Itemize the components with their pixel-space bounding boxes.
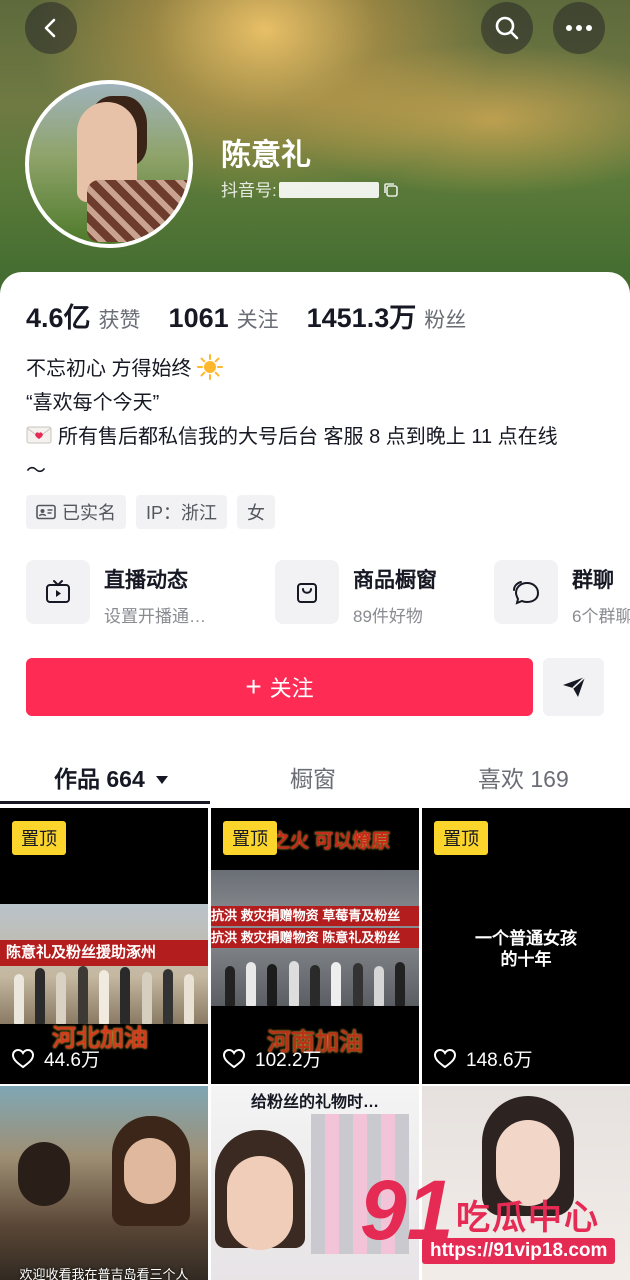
live-entry[interactable]: 直播动态 设置开播通… <box>26 560 206 627</box>
heart-icon <box>434 1048 456 1068</box>
douyin-id: 抖音号: <box>221 176 399 203</box>
profile-name: 陈意礼 <box>221 139 311 172</box>
video-title-line: 一个普通女孩 <box>475 929 577 948</box>
tab-window-label: 橱窗 <box>290 766 336 792</box>
caret-down-icon <box>156 776 169 784</box>
content-tabs: 作品 664 橱窗 喜欢 169 <box>0 752 630 804</box>
search-button[interactable] <box>481 2 533 54</box>
stat-followers-count: 1451.3万 <box>306 303 417 333</box>
bio-line-text: 不忘初心 方得始终 <box>26 358 192 380</box>
video-thumbnail[interactable]: 欢迎收看我在普吉岛看三个人 <box>0 1086 208 1280</box>
video-likes-count: 44.6万 <box>44 1050 100 1071</box>
gender-tag-label: 女 <box>247 503 266 523</box>
pinned-badge: 置顶 <box>12 821 66 855</box>
follow-button-label: 关注 <box>269 676 314 701</box>
stat-following[interactable]: 1061 关注 <box>169 303 279 334</box>
bio-line: “喜欢每个今天” <box>26 386 616 420</box>
ip-tag-label: IP：浙江 <box>146 503 218 523</box>
stat-followers-label: 粉丝 <box>424 309 467 332</box>
stat-following-count: 1061 <box>168 303 229 333</box>
profile-card: 4.6亿 获赞 1061 关注 1451.3万 粉丝 不忘初心 方得始终 “喜欢… <box>0 272 630 1280</box>
bio-line-text: “喜欢每个今天” <box>26 392 160 414</box>
chat-bubble-icon <box>494 560 558 624</box>
watermark-text: 吃瓜中心 <box>456 1199 600 1237</box>
stat-likes: 4.6亿 获赞 <box>26 296 141 335</box>
pinned-badge: 置顶 <box>434 821 488 855</box>
stat-following-label: 关注 <box>236 309 279 332</box>
video-photo: 陈意礼及粉丝援助涿州 <box>0 904 208 1024</box>
sun-icon <box>197 354 224 380</box>
ip-tag: IP：浙江 <box>136 495 228 529</box>
video-likes: 148.6万 <box>434 1045 533 1072</box>
stat-followers[interactable]: 1451.3万 粉丝 <box>307 296 467 335</box>
heart-icon <box>12 1048 34 1068</box>
video-title-line: 的十年 <box>500 950 552 969</box>
video-likes: 102.2万 <box>223 1045 322 1072</box>
more-button[interactable] <box>553 2 605 54</box>
video-thumbnail[interactable]: 一个普通女孩 的十年 置顶 148.6万 <box>422 808 630 1084</box>
group-chat-entry[interactable]: 群聊 6个群聊 <box>494 560 630 627</box>
bio-line-text: 所有售后都私信我的大号后台 客服 8 点到晚上 11 点在线 <box>58 426 558 448</box>
tab-likes-label: 喜欢 169 <box>478 766 569 792</box>
share-button[interactable] <box>543 658 604 716</box>
tab-window[interactable]: 橱窗 <box>290 760 336 794</box>
tab-indicator <box>0 801 210 804</box>
shop-entry-sub: 89件好物 <box>353 607 423 626</box>
copy-icon[interactable] <box>383 182 399 203</box>
more-dots-icon <box>566 25 592 31</box>
envelope-heart-icon <box>26 426 52 444</box>
stat-likes-label: 获赞 <box>98 309 141 332</box>
group-chat-entry-title: 群聊 <box>572 569 614 592</box>
shop-entry-title: 商品橱窗 <box>353 569 437 592</box>
heart-icon <box>223 1048 245 1068</box>
live-entry-title: 直播动态 <box>104 569 188 592</box>
chevron-left-icon <box>44 18 56 38</box>
watermark-url: https://91vip18.com <box>422 1238 616 1264</box>
live-entry-sub: 设置开播通… <box>104 607 206 626</box>
tab-likes[interactable]: 喜欢 169 <box>478 760 569 794</box>
bio-line: 所有售后都私信我的大号后台 客服 8 点到晚上 11 点在线 <box>26 420 616 454</box>
video-likes: 44.6万 <box>12 1045 100 1072</box>
gender-tag: 女 <box>237 495 276 529</box>
group-chat-entry-sub: 6个群聊 <box>572 607 630 626</box>
video-likes-count: 148.6万 <box>466 1050 533 1071</box>
douyin-id-redacted <box>278 182 379 198</box>
stat-likes-count: 4.6亿 <box>26 303 91 333</box>
video-caption: 给粉丝的礼物时… <box>250 1094 379 1111</box>
verified-tag: 已实名 <box>26 495 126 529</box>
verified-tag-label: 已实名 <box>62 503 116 523</box>
back-button[interactable] <box>25 2 77 54</box>
avatar[interactable] <box>25 80 193 248</box>
send-icon <box>562 676 586 697</box>
bio: 不忘初心 方得始终 “喜欢每个今天” 所有售后都私信我的大号后台 客服 8 点到… <box>26 352 616 488</box>
feature-entries: 直播动态 设置开播通… 商品橱窗 89件好物 群聊 6个群聊 <box>26 560 630 628</box>
bio-line-text: ～ <box>26 460 46 482</box>
video-banner-2: 抗洪 救灾捐赠物资 陈意礼及粉丝 <box>211 928 419 948</box>
search-icon <box>495 16 519 40</box>
plus-icon: + <box>245 671 262 702</box>
shop-entry[interactable]: 商品橱窗 89件好物 <box>275 560 437 627</box>
video-photo: 抗洪 救灾捐赠物资 草莓青及粉丝 抗洪 救灾捐赠物资 陈意礼及粉丝 <box>211 870 419 1006</box>
video-top-text: 之火 可以燎原 <box>271 831 391 852</box>
tab-works[interactable]: 作品 664 <box>54 760 169 794</box>
video-thumbnail[interactable]: 之火 可以燎原 抗洪 救灾捐赠物资 草莓青及粉丝 抗洪 救灾捐赠物资 陈意礼及粉… <box>211 808 419 1084</box>
tab-works-label: 作品 664 <box>54 766 145 792</box>
watermark: 91 吃瓜中心 https://91vip18.com <box>360 1168 626 1278</box>
video-caption: 欢迎收看我在普吉岛看三个人 <box>19 1267 189 1280</box>
video-thumbnail[interactable]: 陈意礼及粉丝援助涿州 河北加油 置顶 44.6万 <box>0 808 208 1084</box>
bio-line: 不忘初心 方得始终 <box>26 352 616 386</box>
id-card-icon <box>36 504 56 520</box>
video-likes-count: 102.2万 <box>255 1050 322 1071</box>
video-banner-1: 抗洪 救灾捐赠物资 草莓青及粉丝 <box>211 906 419 926</box>
follow-button[interactable]: + 关注 <box>26 658 533 716</box>
tv-icon <box>26 560 90 624</box>
bio-line: ～ <box>26 454 616 488</box>
douyin-id-label: 抖音号: <box>221 181 277 200</box>
shopping-bag-icon <box>275 560 339 624</box>
profile-tags: 已实名 IP：浙江 女 <box>26 495 285 529</box>
pinned-badge: 置顶 <box>223 821 277 855</box>
profile-stats: 4.6亿 获赞 1061 关注 1451.3万 粉丝 <box>26 296 494 335</box>
